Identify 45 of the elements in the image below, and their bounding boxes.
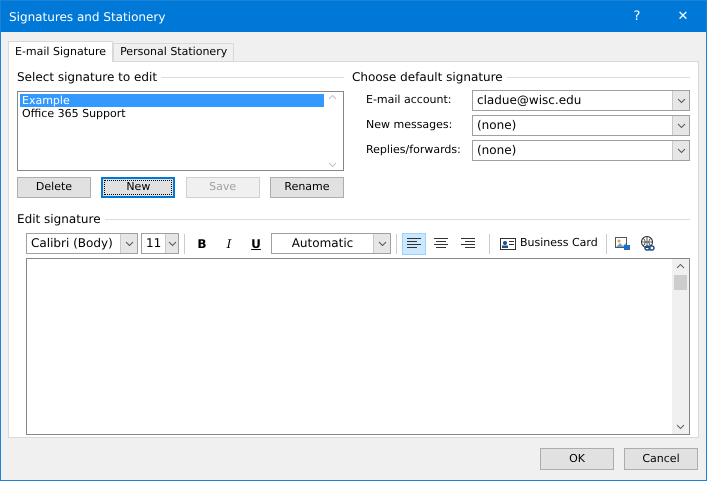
chevron-down-icon [124,240,134,246]
dropdown-field[interactable]: cladue@wisc.edu [472,90,690,111]
action-button[interactable]: New [101,177,176,198]
list-item[interactable]: Office 365 Support [20,107,324,120]
hyperlink-icon[interactable] [638,234,657,252]
align-right-icon [461,238,475,249]
italic-button[interactable]: I [217,234,241,252]
dropdown-field[interactable]: (none) [472,140,690,161]
scroll-up-icon [676,263,685,269]
section-heading: Select signature to edit [17,69,158,86]
action-button[interactable]: Rename [270,177,344,198]
scroll-down-icon [328,162,337,168]
action-button[interactable]: Delete [17,177,91,198]
tab[interactable]: E-mail Signature [8,41,114,62]
dialog-button[interactable]: OK [540,448,614,470]
font-size-dropdown[interactable]: 11 [141,233,179,254]
scroll-down-icon [676,424,685,430]
chevron-down-icon [378,240,386,246]
field-label: New messages: [366,117,454,134]
dropdown-field[interactable]: (none) [472,115,690,136]
font-dropdown[interactable]: Calibri (Body) [26,233,138,254]
chevron-down-icon [676,122,686,128]
scroll-thumb[interactable] [674,275,687,290]
chevron-down-icon [676,148,686,154]
tab[interactable]: Personal Stationery [113,43,234,61]
window-title: Signatures and Stationery [8,8,166,26]
contact-card-icon [500,238,516,250]
field-label: E-mail account: [366,92,453,108]
chevron-down-icon [168,240,177,246]
picture-icon[interactable] [614,236,630,252]
scroll-up-icon [328,94,337,100]
color-dropdown[interactable]: Automatic [271,233,391,254]
close-button[interactable]: ✕ [660,1,706,32]
align-left-icon [407,238,421,249]
section-heading: Choose default signature [352,69,503,86]
help-button[interactable]: ? [614,1,660,32]
field-label: Replies/forwards: [366,142,462,158]
align-center-icon [434,238,448,249]
underline-button[interactable]: U [244,234,268,252]
business-card-button[interactable]: Business Card [499,232,599,254]
section-heading: Edit signature [17,211,101,228]
dialog-button[interactable]: Cancel [624,448,698,470]
align-button[interactable] [402,232,426,254]
chevron-down-icon [676,98,686,104]
bold-button[interactable]: B [190,234,214,252]
